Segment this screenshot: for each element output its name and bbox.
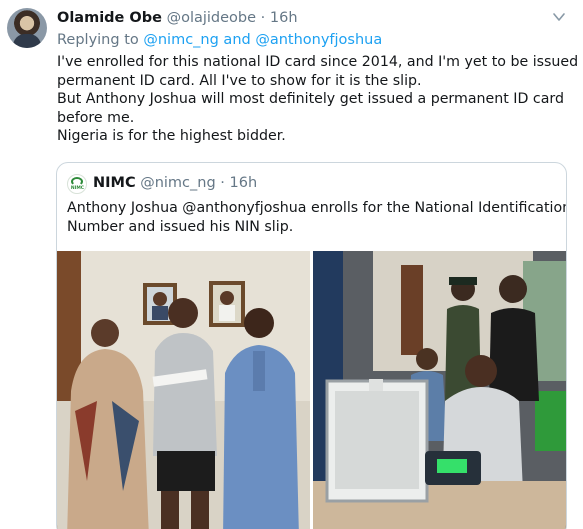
- tweet-text: I've enrolled for this national ID card …: [57, 53, 583, 146]
- quoted-author-handle: @nimc_ng: [140, 175, 216, 191]
- author-handle[interactable]: @olajideobe: [167, 10, 256, 26]
- tweet[interactable]: Olamide Obe @olajideobe · 16h Replying t…: [0, 0, 583, 529]
- mention-link[interactable]: @anthonyfjoshua: [255, 32, 382, 48]
- quoted-author-name: NIMC: [93, 175, 136, 191]
- mention-link[interactable]: @nimc_ng: [143, 32, 218, 48]
- quoted-tweet-text: Anthony Joshua @anthonyfjoshua enrolls f…: [67, 199, 567, 236]
- tweet-text-line: But Anthony Joshua will most definitely …: [57, 91, 565, 107]
- quoted-tweet-header: NIMC @nimc_ng · 16h: [93, 175, 257, 191]
- tweet-time[interactable]: 16h: [270, 10, 298, 26]
- author-avatar[interactable]: [7, 8, 47, 48]
- tweet-text-line: before me.: [57, 109, 135, 126]
- tweet-text-line: permanent ID card. All I've to show for …: [57, 72, 422, 89]
- photo-handover[interactable]: [57, 251, 310, 529]
- chevron-down-icon[interactable]: [552, 11, 566, 23]
- quoted-tweet[interactable]: NIMC NIMC @nimc_ng · 16h Anthony Joshua …: [56, 162, 567, 529]
- photo-handover-image: [57, 251, 310, 529]
- logo-ring: [71, 177, 83, 186]
- media-gallery: [57, 251, 566, 529]
- replying-and[interactable]: and: [219, 32, 256, 48]
- quoted-tweet-time: 16h: [229, 175, 258, 191]
- tweet-text-line: I've enrolled for this national ID card …: [57, 54, 583, 70]
- author-name[interactable]: Olamide Obe: [57, 10, 162, 26]
- photo-enrollment-image: [313, 251, 566, 529]
- tweet-text-line: Nigeria is for the highest bidder.: [57, 128, 286, 144]
- quoted-text-line: Number and issued his NIN slip.: [67, 218, 294, 235]
- avatar-shirt: [13, 34, 41, 48]
- separator-dot: ·: [260, 10, 266, 26]
- replying-to: Replying to @nimc_ng and @anthonyfjoshua: [57, 32, 382, 48]
- separator-dot: ·: [220, 175, 225, 191]
- quoted-text-line: Anthony Joshua @anthonyfjoshua enrolls f…: [67, 200, 567, 216]
- photo-enrollment[interactable]: [313, 251, 566, 529]
- replying-prefix: Replying to: [57, 32, 144, 48]
- nimc-logo-avatar[interactable]: NIMC: [67, 174, 87, 194]
- logo-text: NIMC: [70, 186, 85, 191]
- tweet-header: Olamide Obe @olajideobe · 16h: [57, 10, 298, 26]
